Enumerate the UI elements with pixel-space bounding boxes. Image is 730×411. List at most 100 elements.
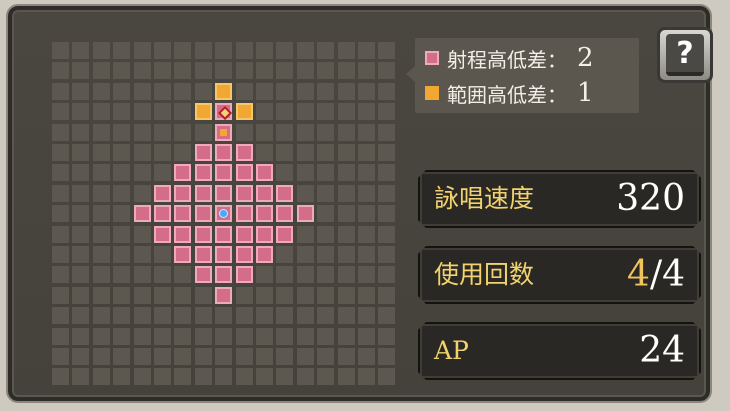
grid-cell [93, 246, 110, 263]
grid-cell [154, 42, 171, 59]
grid-cell [378, 103, 395, 120]
grid-cell [72, 328, 89, 345]
ap-stat: AP 24 [418, 322, 701, 380]
range-cell [215, 144, 232, 161]
grid-cell [378, 185, 395, 202]
grid-cell [93, 103, 110, 120]
grid-cell [134, 62, 151, 79]
range-cell [215, 266, 232, 283]
grid-cell [215, 307, 232, 324]
grid-cell [378, 205, 395, 222]
grid-cell [134, 287, 151, 304]
grid-cell [297, 287, 314, 304]
grid-cell [174, 368, 191, 385]
skill-info-panel: 射程高低差： 2 範囲高低差： 1 ? 詠唱速度 320 使用回数 4/4 AP… [8, 6, 713, 401]
grid-cell [72, 144, 89, 161]
grid-cell [93, 83, 110, 100]
grid-cell [297, 348, 314, 365]
grid-cell [256, 368, 273, 385]
uses-value: 4/4 [627, 248, 685, 302]
grid-cell [297, 307, 314, 324]
grid-cell [276, 83, 293, 100]
help-button[interactable]: ? [657, 27, 713, 83]
grid-cell [93, 348, 110, 365]
grid-cell [113, 62, 130, 79]
grid-cell [256, 62, 273, 79]
grid-cell [256, 348, 273, 365]
grid-cell [317, 185, 334, 202]
grid-cell [113, 185, 130, 202]
grid-cell [276, 287, 293, 304]
grid-cell [195, 83, 212, 100]
target-marker-icon [217, 105, 233, 121]
grid-cell [297, 266, 314, 283]
grid-cell [256, 103, 273, 120]
range-cell [215, 124, 232, 141]
grid-cell [338, 103, 355, 120]
cast-speed-stat: 詠唱速度 320 [418, 170, 701, 228]
grid-cell [113, 103, 130, 120]
grid-cell [93, 164, 110, 181]
grid-cell [195, 307, 212, 324]
grid-cell [195, 287, 212, 304]
grid-cell [297, 42, 314, 59]
range-cell [256, 226, 273, 243]
grid-cell [338, 307, 355, 324]
grid-cell [338, 226, 355, 243]
range-height-row: 射程高低差： 2 [425, 43, 594, 73]
grid-cell [113, 124, 130, 141]
grid-cell [154, 348, 171, 365]
grid-cell [174, 124, 191, 141]
grid-cell [236, 62, 253, 79]
range-cell [174, 226, 191, 243]
range-cell [215, 205, 232, 222]
grid-cell [236, 368, 253, 385]
grid-cell [52, 144, 69, 161]
grid-cell [358, 368, 375, 385]
grid-cell [174, 62, 191, 79]
grid-cell [52, 226, 69, 243]
grid-cell [72, 307, 89, 324]
ap-label: AP [434, 336, 469, 365]
grid-cell [378, 164, 395, 181]
range-cell [256, 164, 273, 181]
grid-cell [72, 124, 89, 141]
grid-cell [317, 266, 334, 283]
grid-cell [93, 266, 110, 283]
grid-cell [174, 103, 191, 120]
grid-cell [113, 205, 130, 222]
grid-cell [338, 144, 355, 161]
grid-cell [338, 185, 355, 202]
grid-cell [52, 164, 69, 181]
range-cell [256, 246, 273, 263]
uses-current: 4 [627, 254, 650, 295]
range-cell [215, 103, 233, 121]
grid-cell [52, 185, 69, 202]
grid-cell [317, 246, 334, 263]
grid-cell [358, 287, 375, 304]
grid-cell [358, 83, 375, 100]
range-cell [236, 144, 253, 161]
grid-cell [93, 42, 110, 59]
range-cell [256, 205, 273, 222]
grid-cell [358, 205, 375, 222]
grid-cell [236, 124, 253, 141]
grid-cell [256, 328, 273, 345]
grid-cell [215, 348, 232, 365]
range-cell [236, 226, 253, 243]
grid-cell [195, 368, 212, 385]
cast-speed-label: 詠唱速度 [434, 184, 535, 213]
grid-cell [338, 83, 355, 100]
area-cell [195, 103, 212, 120]
grid-cell [72, 185, 89, 202]
grid-cell [154, 144, 171, 161]
grid-cell [338, 42, 355, 59]
grid-cell [154, 164, 171, 181]
grid-cell [378, 348, 395, 365]
grid-cell [317, 83, 334, 100]
range-cell [195, 226, 212, 243]
grid-cell [378, 328, 395, 345]
area-cell [236, 103, 253, 120]
grid-cell [72, 103, 89, 120]
grid-cell [276, 368, 293, 385]
